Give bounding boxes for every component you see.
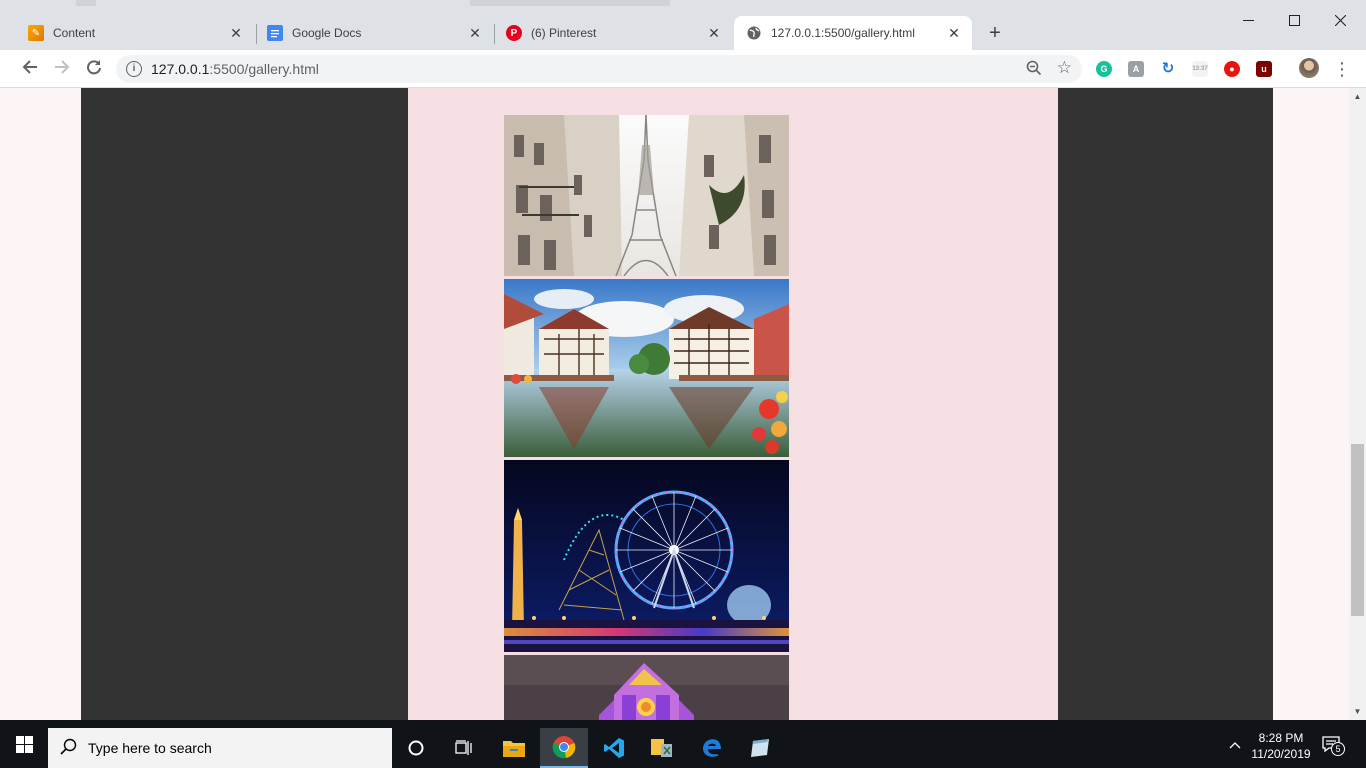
sync-extension-icon[interactable]: ↻ <box>1160 61 1176 77</box>
windows-taskbar: Type here to search 8:28 PM 11/20/2019 5 <box>0 720 1366 768</box>
back-button[interactable] <box>19 58 41 80</box>
action-center-button[interactable]: 5 <box>1322 736 1346 758</box>
file-explorer-button[interactable] <box>490 728 538 768</box>
back-arrow-icon <box>22 60 37 74</box>
tab-gallery[interactable]: 127.0.0.1:5500/gallery.html ✕ <box>734 16 972 50</box>
tools-taskbar-button[interactable] <box>638 728 686 768</box>
cortana-circle-icon <box>408 740 424 756</box>
close-icon <box>1334 14 1346 27</box>
address-bar[interactable]: i 127.0.0.1:5500/gallery.html ☆ <box>116 55 1082 83</box>
edge-taskbar-button[interactable] <box>688 728 736 768</box>
new-tab-button[interactable]: + <box>984 22 1006 44</box>
gallery-image-eiffel-tower[interactable] <box>504 115 789 276</box>
grammarly-icon[interactable]: G <box>1096 61 1112 77</box>
globe-icon <box>746 25 762 41</box>
close-icon[interactable]: ✕ <box>946 25 962 41</box>
clock-date: 11/20/2019 <box>1251 747 1311 761</box>
reload-button[interactable] <box>83 58 105 80</box>
extension-puzzle-icon[interactable]: A <box>1128 61 1144 77</box>
url-text: 127.0.0.1:5500/gallery.html <box>151 61 319 77</box>
notes-icon <box>751 739 769 757</box>
profile-avatar[interactable] <box>1299 58 1319 78</box>
search-icon <box>60 738 77 760</box>
clock-time: 8:28 PM <box>1258 731 1304 745</box>
tab-title: 127.0.0.1:5500/gallery.html <box>771 26 915 40</box>
chrome-icon <box>552 736 576 759</box>
tab-strip-stripe <box>470 0 670 6</box>
chrome-taskbar-button[interactable] <box>540 728 588 768</box>
gallery-column <box>504 115 789 720</box>
gallery-image-canal-houses[interactable] <box>504 279 789 457</box>
tab-title: (6) Pinterest <box>531 26 597 40</box>
tab-google-docs[interactable]: Google Docs ✕ <box>255 16 493 50</box>
clock-extension-icon[interactable]: 13:37 <box>1192 61 1208 77</box>
task-view-button[interactable] <box>440 728 488 768</box>
task-view-icon <box>455 740 472 755</box>
show-hidden-icons-icon[interactable] <box>1229 738 1241 752</box>
folder-icon <box>503 741 525 757</box>
tab-strip-stripe <box>76 0 96 6</box>
gallery-container <box>408 88 1058 720</box>
taskbar-search-box[interactable]: Type here to search <box>48 728 392 768</box>
ublock-origin-icon[interactable]: u <box>1256 61 1272 77</box>
url-path: :5500/gallery.html <box>209 61 319 77</box>
close-icon[interactable]: ✕ <box>467 25 483 41</box>
menu-dots-icon[interactable]: ⋮ <box>1333 58 1351 80</box>
docs-icon <box>267 25 283 41</box>
search-placeholder: Type here to search <box>88 740 212 756</box>
browser-toolbar: i 127.0.0.1:5500/gallery.html ☆ G A ↻ 13… <box>0 50 1366 88</box>
minimize-icon <box>1242 20 1254 21</box>
forward-button[interactable] <box>51 58 73 80</box>
cortana-button[interactable] <box>392 728 440 768</box>
tab-title: Google Docs <box>292 26 362 40</box>
vertical-scrollbar[interactable]: ▲ ▼ <box>1349 88 1366 720</box>
maximize-button[interactable] <box>1271 8 1317 36</box>
scroll-down-icon[interactable]: ▼ <box>1349 703 1366 720</box>
content-icon: ✎ <box>28 25 44 41</box>
close-icon[interactable]: ✕ <box>706 25 722 41</box>
vscode-taskbar-button[interactable] <box>590 728 638 768</box>
page-frame <box>81 88 1273 720</box>
pinterest-icon: P <box>506 25 522 41</box>
forward-arrow-icon <box>55 60 70 74</box>
tab-pinterest[interactable]: P (6) Pinterest ✕ <box>494 16 732 50</box>
url-host: 127.0.0.1 <box>151 61 210 77</box>
close-icon[interactable]: ✕ <box>228 25 244 41</box>
notification-count-badge: 5 <box>1331 742 1345 756</box>
start-button[interactable] <box>0 720 48 768</box>
tab-title: Content <box>53 26 96 40</box>
gallery-image-ferris-wheel[interactable] <box>504 460 789 652</box>
scroll-up-icon[interactable]: ▲ <box>1349 88 1366 105</box>
maximize-icon <box>1288 15 1300 26</box>
page-viewport <box>0 88 1349 720</box>
bookmark-star-icon[interactable]: ☆ <box>1057 58 1072 78</box>
minimize-button[interactable] <box>1225 8 1271 36</box>
site-info-icon[interactable]: i <box>126 61 142 77</box>
close-window-button[interactable] <box>1317 8 1363 36</box>
tools-icon <box>651 739 672 757</box>
tab-content[interactable]: ✎ Content ✕ <box>16 16 254 50</box>
reload-icon <box>87 60 101 75</box>
zoom-icon[interactable] <box>1026 60 1042 80</box>
scrollbar-thumb[interactable] <box>1351 444 1364 616</box>
adblock-icon[interactable]: ● <box>1224 61 1240 77</box>
tab-strip: ✎ Content ✕ Google Docs ✕ P (6) Pinteres… <box>0 0 1366 50</box>
gallery-image-cathedral[interactable] <box>504 655 789 720</box>
vscode-icon <box>604 738 624 758</box>
edge-icon <box>703 739 721 757</box>
windows-logo-icon <box>15 735 33 753</box>
notes-taskbar-button[interactable] <box>736 728 784 768</box>
system-clock[interactable]: 8:28 PM 11/20/2019 <box>1244 730 1318 762</box>
